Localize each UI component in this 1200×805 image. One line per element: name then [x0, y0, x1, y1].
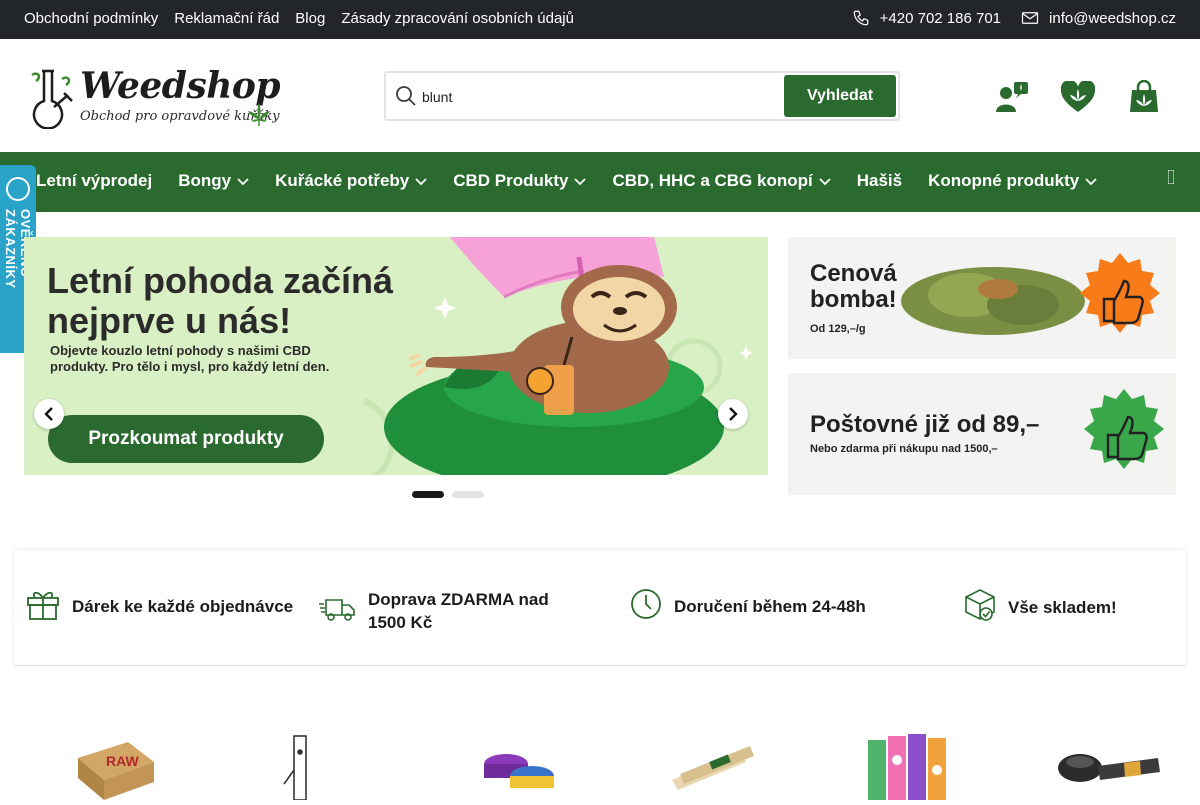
nav-item-cbd-hhc-cbg[interactable]: CBD, HHC a CBG konopí [612, 171, 831, 191]
email-address: info@weedshop.cz [1049, 9, 1176, 27]
chevron-left-icon [44, 407, 53, 421]
top-links: Obchodní podmínky Reklamační řád Blog Zá… [24, 10, 574, 27]
category-glass-pipe-image[interactable] [1054, 730, 1174, 800]
top-contacts: +420 702 186 701 info@weedshop.cz [852, 9, 1176, 27]
email-contact[interactable]: info@weedshop.cz [1021, 10, 1176, 27]
carousel-next-button[interactable] [718, 399, 748, 429]
benefits-bar: Dárek ke každé objednávce Doprava ZDARMA… [14, 550, 1186, 666]
site-header: Weedshop Obchod pro opravdové kuřáky Vyh… [0, 39, 1200, 152]
explore-products-button[interactable]: Prozkoumat produkty [48, 415, 324, 463]
nav-item-hemp-products[interactable]: Konopné produkty [928, 171, 1097, 191]
hero-subtitle: Objevte kouzlo letní pohody s našimi CBD… [50, 343, 330, 374]
nav-item-summer-sale[interactable]: Letní výprodej [36, 171, 152, 191]
clock-icon [630, 588, 662, 625]
favorites-heart-icon[interactable] [1058, 77, 1098, 117]
top-bar: Obchodní podmínky Reklamační řád Blog Zá… [0, 0, 1200, 39]
chevron-down-icon [415, 171, 427, 191]
nav-item-cbd-products[interactable]: CBD Produkty [453, 171, 587, 191]
nav-items: Letní výprodej Bongy Kuřácké potřeby CBD… [36, 171, 1123, 191]
nav-item-hash[interactable]: Hašiš [857, 171, 902, 191]
blog-link[interactable]: Blog [295, 10, 325, 27]
phone-contact[interactable]: +420 702 186 701 [852, 9, 1001, 27]
nav-item-smoking-supplies[interactable]: Kuřácké potřeby [275, 171, 427, 191]
nav-item-label: CBD Produkty [453, 171, 569, 190]
category-printed-papers-image[interactable] [862, 730, 982, 800]
svg-text:RAW: RAW [106, 753, 139, 769]
category-rolling-papers-image[interactable]: RAW [68, 730, 188, 800]
nav-more-icon[interactable] [1167, 169, 1175, 187]
privacy-link[interactable]: Zásady zpracování osobních údajů [341, 10, 574, 27]
search-icon [394, 84, 418, 113]
benefit-text: Dárek ke každé objednávce [72, 596, 294, 616]
phone-number: +420 702 186 701 [879, 9, 1002, 27]
main-nav: Letní výprodej Bongy Kuřácké potřeby CBD… [0, 152, 1200, 212]
promo-title: Poštovné již od 89,– [810, 411, 1040, 438]
site-logo[interactable]: Weedshop Obchod pro opravdové kuřáky [24, 65, 284, 132]
sloth-illustration [364, 237, 753, 475]
mail-icon [1021, 10, 1039, 26]
benefit-gift: Dárek ke každé objednávce [26, 588, 293, 625]
nav-item-bongs[interactable]: Bongy [178, 171, 249, 191]
terms-link[interactable]: Obchodní podmínky [24, 10, 158, 27]
category-thumbnails: RAW [24, 700, 1176, 801]
promo-subtitle: Od 129,–/g [810, 323, 866, 335]
nav-item-label: CBD, HHC a CBG konopí [612, 171, 813, 190]
cannabis-leaf-icon [246, 101, 272, 132]
phone-icon [852, 9, 870, 27]
chevron-down-icon [1085, 171, 1097, 191]
nav-item-label: Kuřácké potřeby [275, 171, 410, 190]
header-actions [992, 77, 1164, 117]
benefit-delivery-time: Doručení během 24-48h [630, 588, 866, 625]
benefit-in-stock: Vše skladem! [964, 588, 1117, 627]
carousel-prev-button[interactable] [34, 399, 64, 429]
search-input[interactable] [422, 85, 772, 109]
chevron-down-icon [237, 171, 249, 191]
category-pre-rolled-cones-image[interactable] [670, 730, 790, 800]
cart-bag-icon[interactable] [1124, 77, 1164, 117]
cannabis-bud-image [901, 267, 1085, 335]
delivery-truck-icon [318, 596, 356, 627]
promo-price-bomb[interactable]: Cenová bomba! Od 129,–/g [788, 237, 1176, 359]
search-bar: Vyhledat [384, 71, 900, 121]
benefit-text: Vše skladem! [1008, 597, 1117, 617]
thumbs-up-badge-icon [1080, 253, 1160, 333]
category-glass-bong-image[interactable] [280, 730, 400, 801]
hero-title: Letní pohoda začíná nejprve u nás! [47, 260, 394, 341]
nav-item-label: Letní výprodej [36, 171, 153, 190]
verified-seal-icon [6, 177, 30, 201]
hero-banner[interactable]: Letní pohoda začíná nejprve u nás! Objev… [24, 237, 768, 475]
benefit-free-shipping: Doprava ZDARMA nad 1500 Kč [318, 588, 558, 634]
complaints-link[interactable]: Reklamační řád [174, 10, 279, 27]
nav-item-label: Hašiš [856, 171, 903, 190]
carousel-dot[interactable] [452, 491, 484, 498]
chevron-down-icon [574, 171, 587, 191]
benefit-text: Doručení během 24-48h [674, 596, 866, 616]
chevron-right-icon [729, 407, 738, 421]
search-button[interactable]: Vyhledat [784, 75, 896, 117]
bong-logo-icon [24, 67, 78, 134]
chevron-down-icon [819, 171, 831, 191]
carousel-pagination [412, 491, 484, 498]
promo-subtitle: Nebo zdarma při nákupu nad 1500,– [810, 443, 998, 455]
nav-item-label: Konopné produkty [928, 171, 1080, 190]
account-icon[interactable] [992, 77, 1032, 117]
gift-icon [26, 588, 60, 625]
nav-item-label: Bongy [178, 171, 232, 190]
carousel-dot[interactable] [412, 491, 444, 498]
benefit-text: Doprava ZDARMA nad 1500 Kč [368, 590, 549, 632]
thumbs-up-badge-icon [1084, 389, 1164, 469]
promo-shipping[interactable]: Poštovné již od 89,– Nebo zdarma při nák… [788, 373, 1176, 495]
box-check-icon [964, 588, 996, 627]
category-grinder-image[interactable] [474, 730, 594, 800]
